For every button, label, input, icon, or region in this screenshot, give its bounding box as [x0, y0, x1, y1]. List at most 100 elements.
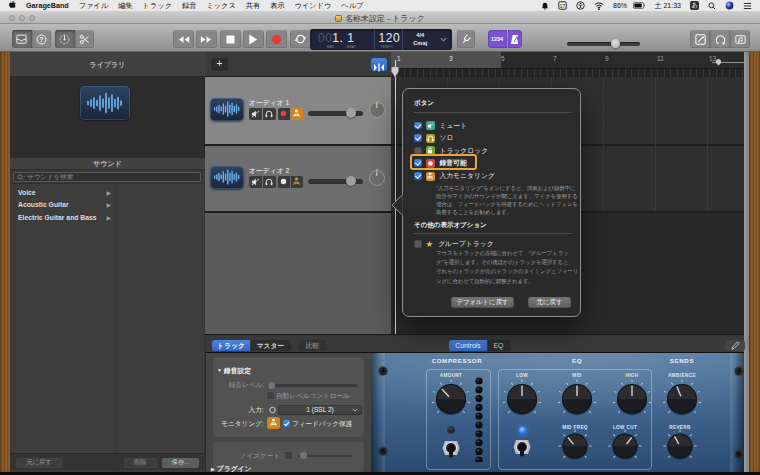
library-toggle-button[interactable] — [12, 30, 32, 48]
track-2-volume-slider[interactable] — [308, 179, 363, 184]
track-1-name[interactable]: オーディオ 1 — [249, 98, 289, 108]
auto-level-checkbox[interactable] — [267, 392, 274, 399]
zoom-slider-thumb[interactable] — [716, 59, 721, 66]
menu-track[interactable]: トラック — [138, 1, 177, 11]
add-track-button[interactable]: + — [211, 58, 228, 71]
lcd-display[interactable]: 001. 1 BAR BEAT 120 TEMPO 4/4 Cmaj — [310, 29, 452, 51]
noise-gate-checkbox[interactable] — [285, 452, 292, 459]
recording-settings-header[interactable]: ▼ 録音設定 — [217, 366, 251, 376]
tuner-fork-button[interactable] — [457, 30, 475, 48]
low-cut-knob[interactable] — [606, 427, 644, 465]
noise-gate-slider[interactable] — [298, 455, 353, 458]
input-source-icon[interactable]: あ — [686, 1, 704, 10]
volume-slider-thumb[interactable] — [611, 39, 620, 48]
popover-row-input-monitoring[interactable]: 入力モニタリング — [414, 170, 495, 182]
monitoring-button[interactable] — [267, 417, 280, 429]
menu-share[interactable]: 共有 — [241, 1, 265, 11]
menu-window[interactable]: ウインドウ — [290, 1, 337, 11]
group-track-checkbox[interactable] — [414, 240, 422, 248]
track-2-pan-knob[interactable] — [369, 170, 385, 186]
mid-freq-knob[interactable] — [556, 427, 594, 465]
library-revert-button[interactable]: 元に戻す — [16, 458, 62, 468]
eq-switch[interactable] — [509, 434, 535, 460]
library-search-input[interactable]: サウンドを検索 — [13, 172, 201, 182]
note-pad-button[interactable] — [690, 30, 710, 48]
mute-checkbox[interactable] — [414, 122, 422, 130]
lcd-chevron-section[interactable] — [437, 29, 452, 51]
track-2-name[interactable]: オーディオ 2 — [249, 166, 289, 176]
notification-center-icon[interactable] — [739, 2, 759, 10]
amount-knob[interactable] — [429, 377, 473, 421]
recording-level-thumb[interactable] — [268, 382, 275, 389]
library-item-electric-guitar-bass[interactable]: Electric Guitar and Bass▶ — [10, 211, 115, 224]
track-2-volume-thumb[interactable] — [346, 176, 356, 186]
ambience-knob[interactable] — [661, 378, 703, 420]
menu-record[interactable]: 録音 — [177, 1, 201, 11]
loop-browser-button[interactable] — [710, 30, 730, 48]
track-2-record-enable-button[interactable] — [278, 176, 291, 188]
track-1-solo-button[interactable] — [263, 108, 276, 120]
track-1-volume-thumb[interactable] — [346, 108, 356, 118]
mid-knob[interactable] — [555, 377, 599, 421]
record-button[interactable] — [266, 30, 287, 48]
menu-view[interactable]: 表示 — [265, 1, 289, 11]
popover-row-mute[interactable]: ミュート — [414, 120, 467, 132]
input-select[interactable]: 1 (SSL 2) — [278, 405, 362, 415]
rewind-button[interactable] — [173, 30, 194, 48]
compressor-switch[interactable] — [438, 435, 464, 461]
input-monitoring-checkbox[interactable] — [414, 172, 422, 180]
horizontal-zoom-slider[interactable] — [712, 62, 745, 64]
track-header-audio-2[interactable]: オーディオ 2 — [205, 146, 391, 211]
menu-file[interactable]: ファイル — [74, 1, 113, 11]
track-header-audio-1[interactable]: オーディオ 1 — [205, 77, 391, 144]
cycle-button[interactable] — [290, 30, 311, 48]
tab-track[interactable]: トラック — [212, 340, 250, 351]
track-2-input-monitoring-button[interactable] — [291, 176, 304, 188]
track-1-volume-slider[interactable] — [308, 111, 363, 116]
track-2-solo-button[interactable] — [263, 176, 276, 188]
recording-level-slider[interactable] — [267, 384, 357, 387]
timeline-ruler[interactable]: 1 3 5 7 9 11 13 — [391, 52, 744, 77]
menu-edit[interactable]: 編集 — [113, 1, 137, 11]
track-1-input-monitoring-button[interactable] — [291, 108, 304, 120]
popover-row-solo[interactable]: ソロ — [414, 132, 453, 144]
feedback-protection-checkbox[interactable] — [283, 420, 290, 427]
input-format-icon[interactable] — [268, 406, 277, 414]
apple-menu-icon[interactable] — [0, 1, 21, 11]
reverb-knob[interactable] — [661, 427, 699, 465]
siri-icon[interactable] — [721, 1, 739, 10]
library-save-button[interactable]: 保存... — [162, 458, 199, 468]
tuner-button[interactable] — [55, 30, 75, 48]
tab-master[interactable]: マスター — [251, 340, 291, 351]
quick-help-button[interactable]: ? — [32, 30, 52, 48]
menu-mix[interactable]: ミックス — [201, 1, 240, 11]
track-2-mute-button[interactable] — [249, 176, 262, 188]
tab-controls[interactable]: Controls — [449, 340, 487, 351]
library-item-voice[interactable]: Voice▶ — [10, 186, 115, 199]
editors-scissors-button[interactable] — [75, 30, 95, 48]
count-in-button[interactable]: 1234 — [488, 30, 507, 48]
bell-icon[interactable] — [537, 2, 554, 10]
metronome-button[interactable] — [508, 30, 523, 48]
track-1-record-enable-button[interactable] — [278, 108, 291, 120]
wifi-icon[interactable] — [590, 2, 609, 10]
tab-compare[interactable]: 比較 — [299, 340, 326, 351]
calendar-icon[interactable]: 17 — [554, 1, 572, 10]
library-item-acoustic-guitar[interactable]: Acoustic Guitar▶ — [10, 199, 115, 212]
accessibility-icon[interactable] — [572, 1, 590, 10]
high-knob[interactable] — [610, 377, 654, 421]
track-1-mute-button[interactable] — [249, 108, 262, 120]
restore-defaults-button[interactable]: デフォルトに戻す — [451, 297, 514, 308]
solo-checkbox[interactable] — [414, 134, 422, 142]
library-delete-button[interactable]: 削除 — [124, 458, 157, 468]
menu-app-name[interactable]: GarageBand — [21, 1, 74, 10]
menu-help[interactable]: ヘルプ — [336, 1, 368, 11]
track-1-pan-knob[interactable] — [369, 102, 385, 118]
master-volume-slider[interactable] — [567, 42, 640, 47]
tab-eq[interactable]: EQ — [488, 340, 510, 351]
popover-revert-button[interactable]: 元に戻す — [528, 297, 571, 308]
smart-controls-edit-button[interactable] — [725, 340, 745, 351]
play-button[interactable] — [243, 30, 264, 48]
spotlight-icon[interactable] — [704, 2, 721, 10]
catch-playhead-button[interactable] — [371, 58, 387, 71]
